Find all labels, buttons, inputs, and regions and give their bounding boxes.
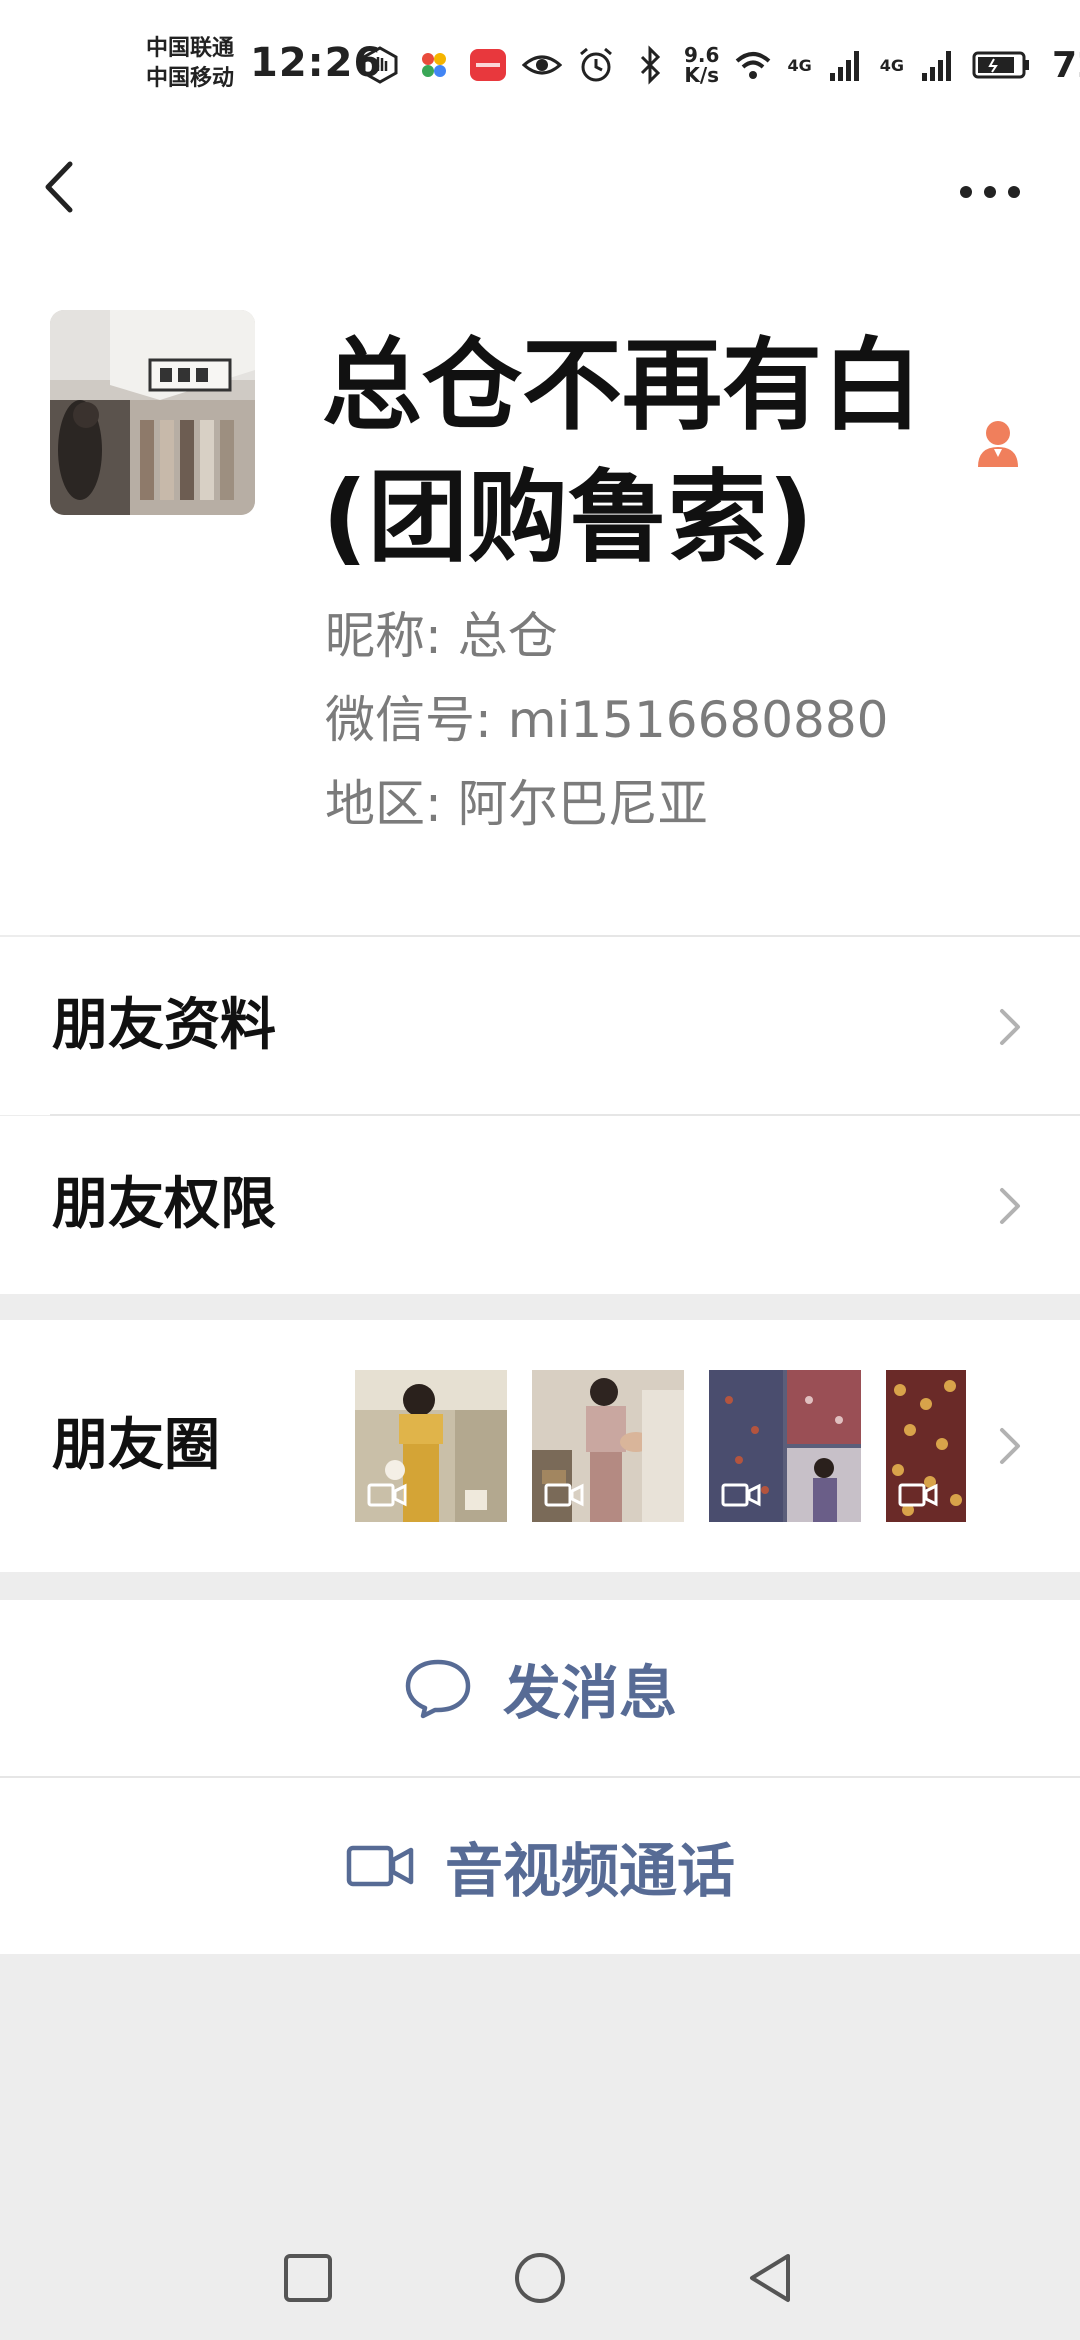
back-arrow-icon[interactable] (30, 152, 90, 222)
bluetooth-icon (640, 45, 661, 85)
signal-2-icon (921, 51, 951, 81)
contact-name-line-2: (团购鲁索) (322, 459, 814, 576)
top-bar (0, 130, 1080, 240)
wifi-icon (736, 52, 771, 79)
status-icons: 9.6 K/s 4G 4G 72% (360, 40, 1080, 90)
contact-name-line-1: 总仓不再有白 (322, 327, 922, 444)
alarm-icon (580, 47, 612, 82)
signal-1-icon (829, 51, 859, 81)
video-camera-icon (898, 1483, 938, 1507)
back-triangle-icon[interactable] (742, 2250, 798, 2306)
friend-permissions-label: 朋友权限 (52, 1172, 276, 1237)
moments-thumbnail (709, 1370, 861, 1522)
chevron-right-icon (1000, 1009, 1020, 1045)
friend-info-label: 朋友资料 (52, 993, 276, 1058)
nickname-label: 昵称: (325, 607, 442, 665)
moments-label: 朋友圈 (52, 1413, 220, 1478)
moments-row[interactable]: 朋友圈 (0, 1320, 1080, 1572)
send-message-button[interactable]: 发消息 (0, 1600, 1080, 1776)
pinwheel-app-icon (422, 53, 446, 77)
network-type-2: 4G (879, 55, 904, 75)
carrier-1: 中国联通 (146, 36, 235, 61)
moments-thumbnail (532, 1370, 684, 1522)
video-camera-icon (367, 1483, 407, 1507)
network-speed-unit: K/s (684, 63, 720, 87)
nickname-value: 总仓 (457, 607, 558, 665)
profile-header: 总仓不再有白 (团购鲁索) 昵称: 总仓 微信号: mi1516680880 地… (0, 240, 1080, 935)
carrier-labels: 中国联通 中国移动 (146, 34, 234, 94)
hand-icon (362, 46, 398, 84)
battery-icon (972, 51, 1029, 79)
chevron-right-icon (1000, 1428, 1020, 1464)
wechat-id-value: mi1516680880 (507, 691, 889, 749)
network-type-1: 4G (787, 55, 812, 75)
video-call-button[interactable]: 音视频通话 (0, 1778, 1080, 1954)
chat-bubble-icon (405, 1659, 471, 1719)
moments-thumbnail (355, 1370, 507, 1522)
video-camera-icon (346, 1845, 414, 1887)
region-value: 阿尔巴尼亚 (457, 775, 708, 833)
contact-person-icon (978, 421, 1018, 467)
video-camera-icon (721, 1483, 761, 1507)
wechat-id-line: 微信号: mi1516680880 (325, 680, 888, 752)
network-speed-value: 9.6 (684, 43, 720, 67)
send-message-label: 发消息 (502, 1659, 677, 1727)
chevron-right-icon (1000, 1188, 1020, 1224)
home-circle-icon[interactable] (512, 2250, 568, 2306)
region-label: 地区: (325, 775, 442, 833)
network-speed: 9.6 K/s (684, 45, 719, 85)
nickname-line: 昵称: 总仓 (325, 596, 558, 668)
contact-profile-screen: 中国联通 中国移动 12:26 9.6 K/s 4G 4G 72% (0, 0, 1080, 2340)
eye-icon (522, 55, 562, 75)
video-camera-icon (544, 1483, 584, 1507)
friend-permissions-row[interactable]: 朋友权限 (0, 1116, 1080, 1294)
contact-name: 总仓不再有白 (团购鲁索) (322, 320, 962, 584)
more-dots-icon[interactable] (950, 158, 1030, 218)
friend-info-row[interactable]: 朋友资料 (0, 937, 1080, 1115)
status-bar: 中国联通 中国移动 12:26 9.6 K/s 4G 4G 72% (0, 0, 1080, 130)
carrier-2: 中国移动 (146, 66, 235, 91)
huawei-app-icon (470, 49, 506, 81)
avatar-image (50, 310, 255, 515)
recent-apps-icon[interactable] (280, 2250, 336, 2306)
avatar[interactable] (50, 310, 255, 515)
system-nav-bar (0, 2200, 1080, 2340)
wechat-id-label: 微信号: (325, 691, 492, 749)
region-line: 地区: 阿尔巴尼亚 (325, 764, 708, 836)
moments-thumbnail (886, 1370, 966, 1522)
battery-percent: 72% (1051, 44, 1080, 86)
video-call-label: 音视频通话 (444, 1837, 735, 1905)
